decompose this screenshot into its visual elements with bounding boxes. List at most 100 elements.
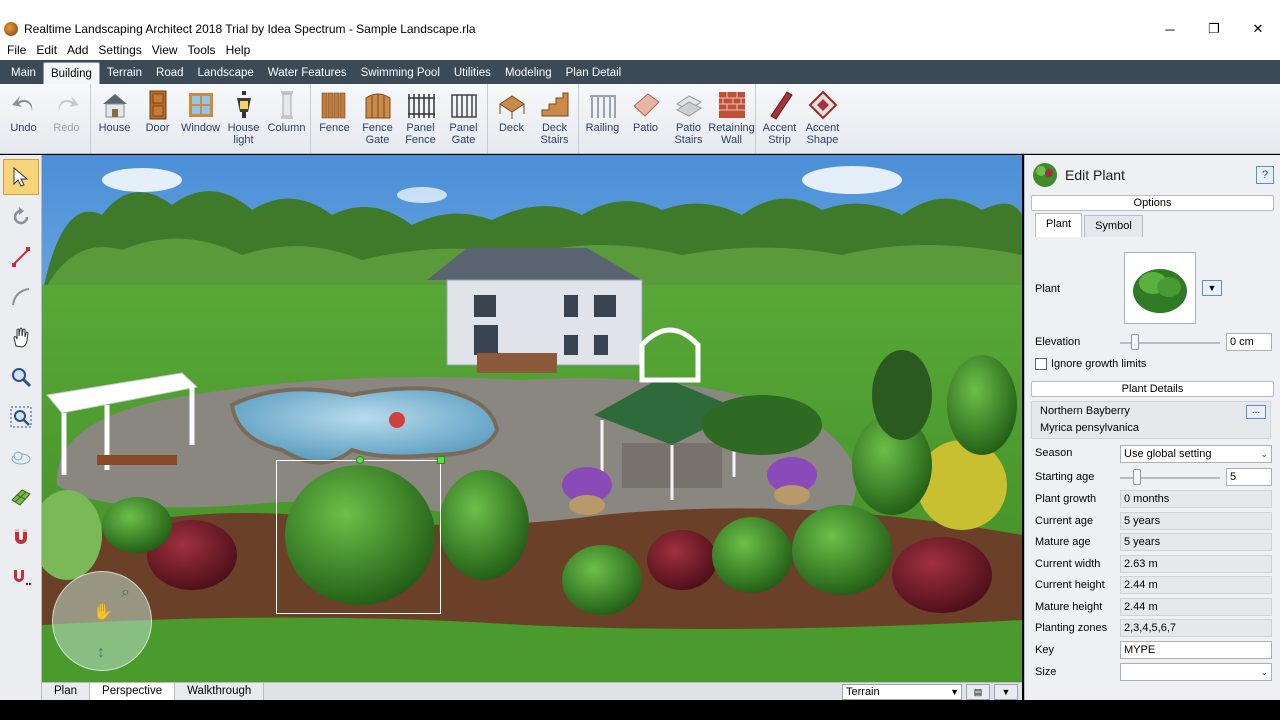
tab-modeling[interactable]: Modeling [498, 62, 559, 84]
accent-strip-button[interactable]: Accent Strip [758, 84, 801, 154]
menu-view[interactable]: View [147, 43, 183, 57]
house-light-button[interactable]: House light [222, 84, 265, 154]
tab-terrain[interactable]: Terrain [100, 62, 149, 84]
snap-options-tool[interactable] [3, 559, 39, 595]
retaining-wall-button[interactable]: Retaining Wall [708, 84, 755, 154]
column-button[interactable]: Column [265, 84, 308, 154]
house-label: House [98, 122, 131, 134]
window-button[interactable]: Window [179, 84, 222, 154]
deck-stairs-label: Deck Stairs [540, 122, 569, 146]
plant-details-header: Plant Details [1031, 381, 1274, 397]
window-title: Realtime Landscaping Architect 2018 Tria… [24, 22, 476, 36]
patio-stairs-label: Patio Stairs [674, 122, 703, 146]
house-button[interactable]: House [93, 84, 136, 154]
tab-swimming-pool[interactable]: Swimming Pool [354, 62, 447, 84]
menu-file[interactable]: File [2, 43, 31, 57]
view-tabs: Plan Perspective Walkthrough Terrain ▼ ▤… [42, 682, 1022, 701]
tab-main[interactable]: Main [4, 62, 43, 84]
deck-button[interactable]: Deck [490, 84, 533, 154]
navigation-pad[interactable]: ✋ ↕ ⌕ [52, 571, 152, 671]
view-options-button[interactable]: ▼ [994, 684, 1018, 700]
layer-settings-button[interactable]: ▤ [966, 684, 990, 700]
tab-perspective[interactable]: Perspective [90, 683, 176, 701]
layers-icon: ▤ [973, 686, 983, 697]
current-age-label: Current age [1035, 515, 1094, 527]
undo-button[interactable]: Undo [2, 84, 45, 154]
selection-box[interactable] [276, 460, 441, 614]
tab-road[interactable]: Road [149, 62, 191, 84]
tab-plan[interactable]: Plan [42, 683, 91, 701]
tab-symbol[interactable]: Symbol [1084, 215, 1143, 237]
current-height-label: Current height [1035, 579, 1105, 591]
chevron-down-icon: ⌄ [1260, 667, 1268, 677]
tab-walkthrough[interactable]: Walkthrough [175, 683, 265, 701]
close-button[interactable]: ✕ [1236, 18, 1280, 40]
chevron-down-icon: ⌄ [1260, 449, 1268, 459]
panel-gate-button[interactable]: Panel Gate [442, 84, 485, 154]
plant-label: Plant [1035, 283, 1061, 295]
size-select[interactable]: ⌄ [1120, 663, 1272, 681]
curve-tool[interactable] [3, 279, 39, 315]
zoom-tool[interactable] [3, 359, 39, 395]
plant-library-button[interactable]: ... [1246, 405, 1266, 419]
plant-icon [1033, 163, 1057, 187]
accent-strip-label: Accent Strip [762, 122, 797, 146]
zoom-extents-tool[interactable] [3, 399, 39, 435]
sky-tool[interactable] [3, 439, 39, 475]
planting-zones-label: Planting zones [1035, 622, 1108, 634]
current-width-field: 2.63 m [1120, 555, 1272, 573]
deck-stairs-button[interactable]: Deck Stairs [533, 84, 576, 154]
season-select[interactable]: Use global setting ⌄ [1120, 445, 1272, 463]
starting-age-slider-thumb[interactable] [1133, 469, 1141, 485]
elevation-input[interactable]: 0 cm [1226, 333, 1272, 351]
menu-help[interactable]: Help [221, 43, 256, 57]
pan-tool[interactable] [3, 319, 39, 355]
rotate-handle[interactable] [356, 456, 364, 464]
tab-building[interactable]: Building [42, 62, 100, 84]
retaining-wall-label: Retaining Wall [708, 122, 755, 146]
grid-tool[interactable] [3, 479, 39, 515]
elevation-slider-thumb[interactable] [1131, 334, 1139, 350]
patio-stairs-button[interactable]: Patio Stairs [667, 84, 710, 154]
tab-plan-detail[interactable]: Plan Detail [559, 62, 629, 84]
mature-height-field: 2.44 m [1120, 598, 1272, 616]
panel-fence-button[interactable]: Panel Fence [399, 84, 442, 154]
rotate-tool[interactable] [3, 199, 39, 235]
deck-icon [497, 90, 527, 120]
ignore-growth-checkbox[interactable] [1035, 358, 1047, 370]
redo-button[interactable]: Redo [45, 84, 88, 154]
help-button[interactable]: ? [1256, 166, 1274, 184]
door-icon [143, 90, 173, 120]
menu-tools[interactable]: Tools [183, 43, 221, 57]
menu-edit[interactable]: Edit [31, 43, 62, 57]
fence-gate-button[interactable]: Fence Gate [356, 84, 399, 154]
menu-settings[interactable]: Settings [93, 43, 146, 57]
minimize-button[interactable]: ─ [1148, 18, 1192, 40]
patio-button[interactable]: Patio [624, 84, 667, 154]
tab-utilities[interactable]: Utilities [447, 62, 498, 84]
terrain-select[interactable]: Terrain ▼ [842, 684, 962, 700]
tab-landscape[interactable]: Landscape [191, 62, 261, 84]
3d-viewport[interactable]: ✋ ↕ ⌕ [42, 155, 1022, 682]
resize-handle[interactable] [437, 456, 445, 464]
redo-label: Redo [53, 122, 80, 134]
menu-bar: File Edit Add Settings View Tools Help [0, 40, 1280, 60]
fence-button[interactable]: Fence [313, 84, 356, 154]
railing-button[interactable]: Railing [581, 84, 624, 154]
app-icon [4, 22, 18, 36]
key-input[interactable]: MYPE [1120, 641, 1272, 659]
restore-button[interactable]: ❐ [1192, 18, 1236, 40]
starting-age-input[interactable]: 5 [1226, 468, 1272, 486]
door-button[interactable]: Door [136, 84, 179, 154]
tab-plant[interactable]: Plant [1035, 213, 1083, 237]
snap-tool[interactable] [3, 519, 39, 555]
measure-tool[interactable] [3, 239, 39, 275]
patio-stairs-icon [674, 90, 704, 120]
plant-dropdown-button[interactable]: ▼ [1202, 280, 1222, 296]
select-tool[interactable] [3, 159, 39, 195]
menu-add[interactable]: Add [62, 43, 93, 57]
plant-thumbnail[interactable] [1124, 252, 1196, 324]
accent-shape-button[interactable]: Accent Shape [801, 84, 844, 154]
magnet-options-icon [14, 570, 32, 586]
tab-water-features[interactable]: Water Features [261, 62, 354, 84]
